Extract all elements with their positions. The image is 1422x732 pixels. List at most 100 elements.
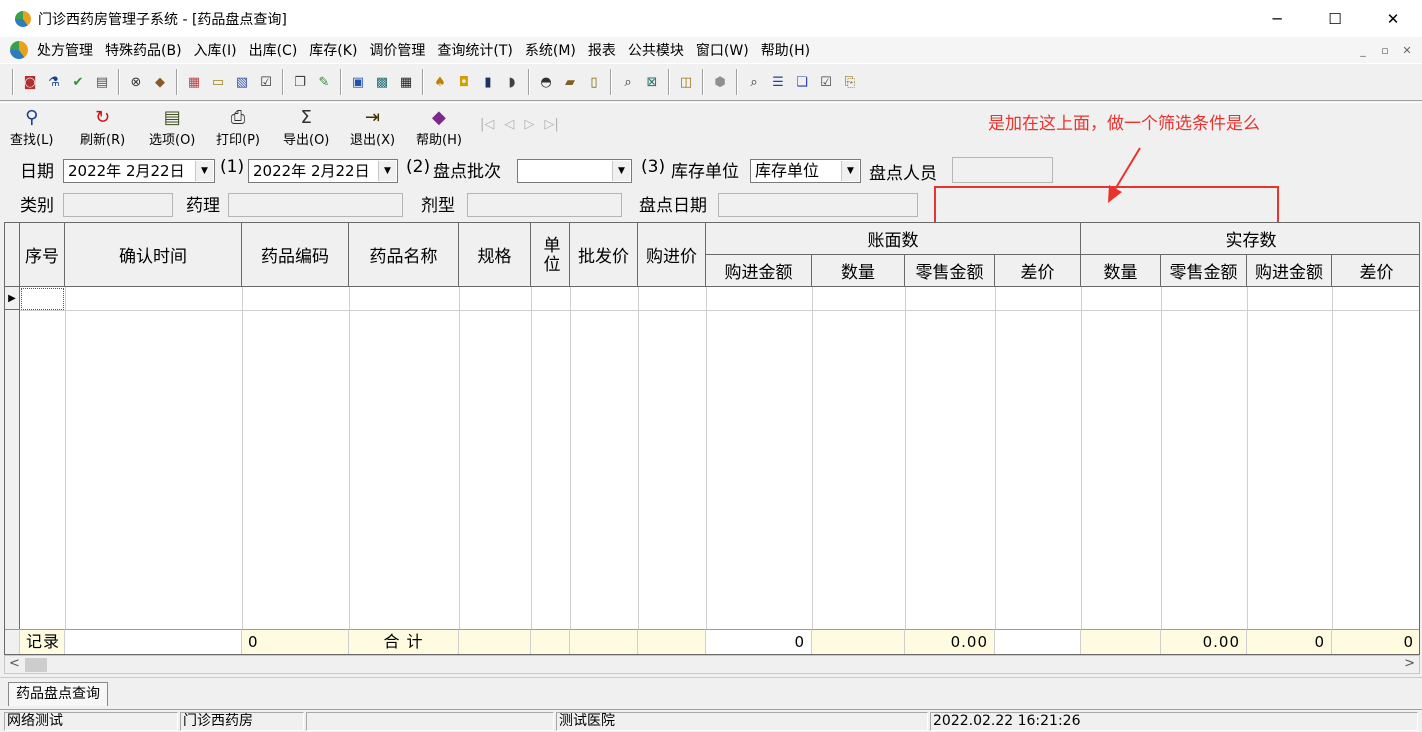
col-header-confirm-time[interactable]: 确认时间 [65, 223, 242, 287]
pill-icon[interactable]: ◗ [502, 72, 522, 92]
thermometer-icon[interactable]: ▯ [584, 72, 604, 92]
document-icon[interactable]: ▤ [92, 72, 112, 92]
batch-select[interactable]: ▼ [517, 159, 632, 183]
dosage-input[interactable] [467, 193, 622, 217]
minimize-button[interactable]: ─ [1248, 0, 1306, 37]
col-header-drug-code[interactable]: 药品编码 [242, 223, 349, 287]
menu-public-modules[interactable]: 公共模块 [625, 40, 693, 60]
mdi-close-button[interactable]: ✕ [1398, 41, 1416, 59]
find-button[interactable]: ⚲ 查找(L) [10, 107, 53, 151]
staff-input[interactable] [952, 157, 1053, 183]
chevron-down-icon[interactable]: ▼ [195, 161, 213, 181]
card-icon[interactable]: ▭ [208, 72, 228, 92]
mdi-restore-button[interactable]: ▫ [1376, 41, 1394, 59]
chevron-down-icon[interactable]: ▼ [378, 161, 396, 181]
lock-icon[interactable]: ▮ [478, 72, 498, 92]
focused-cell[interactable] [21, 288, 64, 310]
scroll-thumb[interactable] [25, 658, 47, 672]
menu-query-stats[interactable]: 查询统计(T) [434, 40, 521, 60]
export-doc-icon[interactable]: ⎘ [840, 72, 860, 92]
list-icon[interactable]: ☰ [768, 72, 788, 92]
bottle-icon[interactable]: ⚗ [44, 72, 64, 92]
screen-icon[interactable]: ▩ [372, 72, 392, 92]
options-button[interactable]: ▤ 选项(O) [149, 107, 195, 151]
prev-record-icon[interactable]: ◁ [504, 117, 514, 132]
menu-app-icon[interactable] [10, 41, 28, 59]
export-button[interactable]: Σ 导出(O) [283, 107, 329, 151]
col-header-purchase-price[interactable]: 购进价 [638, 223, 706, 287]
col-header-wholesale-price[interactable]: 批发价 [570, 223, 638, 287]
unit-select[interactable]: 库存单位 ▼ [750, 159, 861, 183]
check-date-input[interactable] [718, 193, 918, 217]
horizontal-scrollbar[interactable]: < > [4, 655, 1420, 674]
next-record-icon[interactable]: ▷ [524, 117, 534, 132]
menu-window[interactable]: 窗口(W) [693, 40, 758, 60]
scroll-left-icon[interactable]: < [9, 656, 20, 671]
chevron-down-icon[interactable]: ▼ [841, 161, 859, 181]
check-icon[interactable]: ✔ [68, 72, 88, 92]
inventory-grid[interactable]: 序号 确认时间 药品编码 药品名称 规格 单位 批发价 购进价 账面数 购进金额… [4, 222, 1420, 655]
col-header-book-diff[interactable]: 差价 [995, 255, 1081, 287]
menu-reports[interactable]: 报表 [585, 40, 625, 60]
pharmacology-input[interactable] [228, 193, 403, 217]
menu-help[interactable]: 帮助(H) [758, 40, 819, 60]
scroll-right-icon[interactable]: > [1404, 656, 1415, 671]
chevron-down-icon[interactable]: ▼ [612, 161, 630, 181]
paste-icon[interactable]: ▧ [232, 72, 252, 92]
tab-inventory-query[interactable]: 药品盘点查询 [8, 682, 108, 706]
col-header-seq[interactable]: 序号 [20, 223, 65, 287]
col-header-actual-qty[interactable]: 数量 [1081, 255, 1161, 287]
col-header-book-retail-amount[interactable]: 零售金额 [905, 255, 995, 287]
search-icon[interactable]: ⌕ [618, 72, 638, 92]
menu-inventory[interactable]: 库存(K) [306, 40, 366, 60]
col-header-drug-name[interactable]: 药品名称 [349, 223, 459, 287]
last-record-icon[interactable]: ▷| [544, 117, 558, 132]
menu-stock-in[interactable]: 入库(I) [191, 40, 246, 60]
record-navigator: |◁ ◁ ▷ ▷| [480, 117, 559, 132]
folder-icon[interactable]: ▰ [560, 72, 580, 92]
refresh-button[interactable]: ↻ 刷新(R) [80, 107, 125, 151]
col-header-book-qty[interactable]: 数量 [812, 255, 905, 287]
help-button[interactable]: ◆ 帮助(H) [416, 107, 462, 151]
windows-icon[interactable]: ❏ [792, 72, 812, 92]
maximize-button[interactable]: ☐ [1306, 0, 1364, 37]
binoculars2-icon[interactable]: ◓ [536, 72, 556, 92]
col-header-book-purchase-amount[interactable]: 购进金额 [706, 255, 812, 287]
grid-icon[interactable]: ▦ [396, 72, 416, 92]
marker-2: (2) [406, 157, 431, 177]
form-icon[interactable]: ▣ [348, 72, 368, 92]
print-button[interactable]: ⎙ 打印(P) [216, 107, 260, 151]
bell-icon[interactable]: ♠ [430, 72, 450, 92]
hexagon-icon[interactable]: ⬢ [710, 72, 730, 92]
open-folder-icon[interactable]: ◫ [676, 72, 696, 92]
mdi-minimize-button[interactable]: _ [1354, 41, 1372, 59]
menu-special-drugs[interactable]: 特殊药品(B) [102, 40, 191, 60]
col-header-unit[interactable]: 单位 [531, 223, 570, 287]
menu-system[interactable]: 系统(M) [522, 40, 585, 60]
date-to-picker[interactable]: 2022年 2月22日 ▼ [248, 159, 398, 183]
checkmark-list-icon[interactable]: ☑ [256, 72, 276, 92]
menu-price-adjust[interactable]: 调价管理 [366, 40, 434, 60]
col-header-spec[interactable]: 规格 [459, 223, 531, 287]
menu-prescription[interactable]: 处方管理 [34, 40, 102, 60]
category-input[interactable] [63, 193, 173, 217]
col-header-actual-retail-amount[interactable]: 零售金额 [1161, 255, 1247, 287]
edit-check-icon[interactable]: ✎ [314, 72, 334, 92]
refresh-button-label: 刷新(R) [80, 133, 126, 148]
close-button[interactable]: ✕ [1364, 0, 1422, 37]
col-header-actual-purchase-amount[interactable]: 购进金额 [1247, 255, 1332, 287]
binoculars-icon[interactable]: ⊗ [126, 72, 146, 92]
zoom-icon[interactable]: ⌕ [744, 72, 764, 92]
exit-button[interactable]: ⇥ 退出(X) [350, 107, 395, 151]
first-record-icon[interactable]: |◁ [480, 117, 494, 132]
date-from-picker[interactable]: 2022年 2月22日 ▼ [63, 159, 215, 183]
approve-icon[interactable]: ☑ [816, 72, 836, 92]
col-header-actual-diff[interactable]: 差价 [1332, 255, 1419, 287]
close-box-icon[interactable]: ⊠ [642, 72, 662, 92]
bag-icon[interactable]: ◆ [150, 72, 170, 92]
menu-stock-out[interactable]: 出库(C) [246, 40, 307, 60]
copy-icon[interactable]: ❐ [290, 72, 310, 92]
invoice-icon[interactable]: ▦ [184, 72, 204, 92]
pm-icon[interactable]: ◘ [454, 72, 474, 92]
record-icon[interactable]: ◙ [20, 72, 40, 92]
